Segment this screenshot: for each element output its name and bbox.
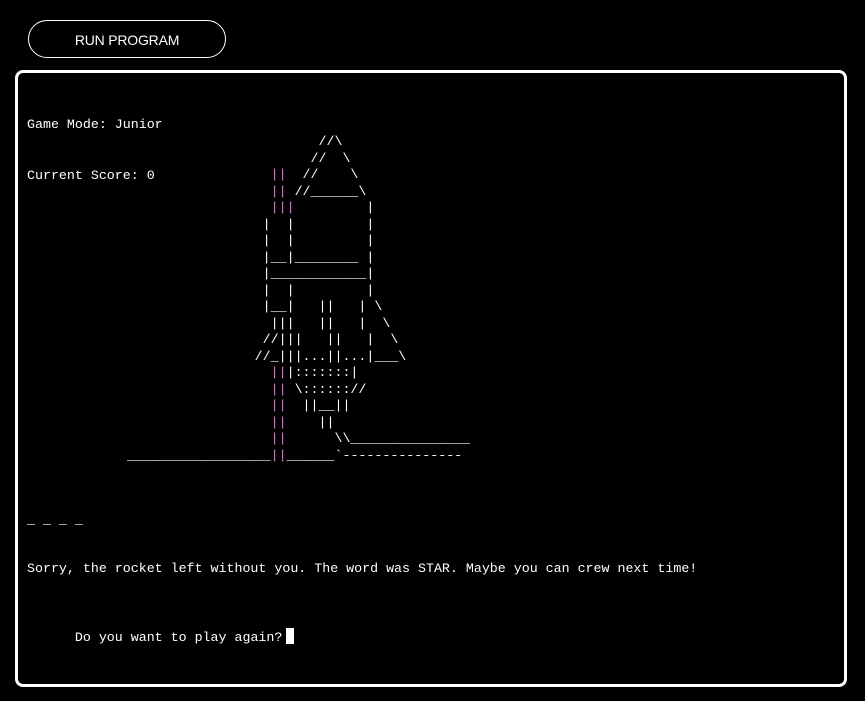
rocket-art-segment: || <box>127 414 287 430</box>
rocket-art-line: || // \ <box>127 167 470 184</box>
rocket-art-segment: // \ <box>127 150 351 166</box>
rocket-art-line: | | | <box>127 233 470 250</box>
rocket-art-segment: || <box>127 183 287 199</box>
rocket-art-segment: || <box>127 167 287 182</box>
rocket-art-segment: ||__|| <box>286 398 351 413</box>
rocket-art-line: |__|________ | <box>127 250 470 267</box>
rocket-art-segment: | | | <box>127 233 375 248</box>
rocket-art-line: // \ <box>127 151 470 168</box>
rocket-art-segment: || <box>127 398 287 413</box>
rocket-art-segment: | | | <box>127 282 375 298</box>
rocket-art-segment: __________________ <box>127 447 271 463</box>
rocket-art-segment: //_|||...||...|___\ <box>127 348 407 364</box>
rocket-art-segment: ||| <box>127 200 295 215</box>
rocket-art-segment: \\_______________ <box>286 431 471 446</box>
rocket-art-segment: \::::::// <box>286 381 367 397</box>
prompt-row[interactable]: Do you want to play again? <box>27 611 295 663</box>
rocket-art-line: //_|||...||...|___\ <box>127 349 470 366</box>
rocket-art-segment: |:::::::| <box>286 365 359 380</box>
rocket-ascii-art: //\ // \ || // \ || //______\ ||| | | | … <box>127 134 470 464</box>
rocket-art-segment: |__| || | \ <box>127 299 383 314</box>
rocket-art-line: || \::::::// <box>127 382 470 399</box>
terminal-window[interactable]: Game Mode: Junior Current Score: 0 //\ /… <box>15 70 847 687</box>
rocket-art-segment: | | | <box>127 216 375 232</box>
rocket-art-line: | | | <box>127 283 470 300</box>
game-over-message: Sorry, the rocket left without you. The … <box>27 561 698 576</box>
rocket-art-segment: |____________| <box>127 266 375 281</box>
rocket-art-segment: ||| || | \ <box>127 315 391 331</box>
rocket-art-segment: // \ <box>286 167 359 182</box>
rocket-art-segment: | <box>294 200 375 215</box>
rocket-art-line: | | | <box>127 217 470 234</box>
rocket-art-line: |____________| <box>127 266 470 283</box>
rocket-art-line: ||| || | \ <box>127 316 470 333</box>
rocket-art-line: || ||__|| <box>127 398 470 415</box>
rocket-art-line: || \\_______________ <box>127 431 471 448</box>
rocket-art-segment: //______\ <box>286 183 367 199</box>
rocket-art-segment: || <box>127 365 287 380</box>
rocket-art-segment: //||| || | \ <box>127 332 399 347</box>
rocket-art-segment: //\ <box>127 134 343 149</box>
rocket-art-segment: || <box>286 414 335 430</box>
rocket-art-segment: |__|________ | <box>127 249 375 265</box>
rocket-art-line: __________________||______`-------------… <box>127 448 470 465</box>
rocket-art-segment: ______`--------------- <box>286 447 463 463</box>
rocket-art-segment: || <box>127 381 287 397</box>
rocket-art-segment: || <box>127 431 287 446</box>
play-again-prompt: Do you want to play again? <box>74 630 283 645</box>
rocket-art-line: || //______\ <box>127 184 470 201</box>
rocket-art-line: ||| | <box>127 200 470 217</box>
rocket-art-line: || || <box>127 415 470 432</box>
word-blanks: _ _ _ _ <box>27 512 83 527</box>
rocket-art-line: //||| || | \ <box>127 332 470 349</box>
rocket-art-line: //\ <box>127 134 470 151</box>
terminal-output: Game Mode: Junior Current Score: 0 //\ /… <box>27 82 838 678</box>
rocket-art-line: |__| || | \ <box>127 299 470 316</box>
rocket-art-segment: || <box>270 447 287 463</box>
text-cursor[interactable] <box>286 628 295 644</box>
rocket-art-line: |||:::::::| <box>127 365 470 382</box>
run-program-button[interactable]: RUN PROGRAM <box>28 20 226 58</box>
game-mode-text: Game Mode: Junior <box>27 117 163 132</box>
